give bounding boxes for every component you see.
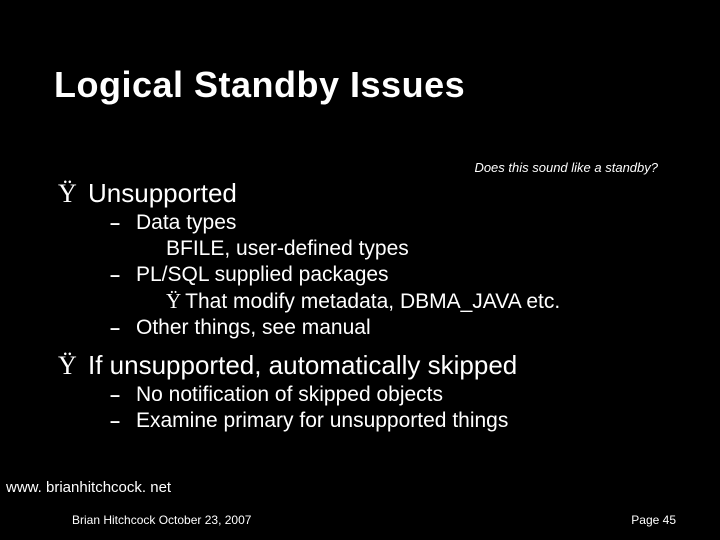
bullet-text: Data types [136,211,236,235]
slide-title: Logical Standby Issues [54,64,465,106]
bullet-marker-icon: Ÿ [58,351,78,381]
bullet-text: That modify metadata, DBMA_JAVA etc. [185,290,560,314]
bullet-text: PL/SQL supplied packages [136,263,389,287]
footer-page-number: Page 45 [631,513,676,527]
bullet-marker-icon: Ÿ [58,179,78,209]
bullet-level2: – Examine primary for unsupported things [110,409,658,433]
bullet-text: If unsupported, automatically skipped [88,350,517,381]
slide: Logical Standby Issues Does this sound l… [0,0,720,540]
footer-author: Brian Hitchcock October 23, 2007 [72,513,251,527]
bullet-text: BFILE, user-defined types [166,237,409,260]
dash-marker-icon: – [110,411,122,432]
slide-body: Ÿ Unsupported – Data types BFILE, user-d… [58,172,658,433]
bullet-level2: – PL/SQL supplied packages [110,263,658,287]
bullet-level2: – Other things, see manual [110,316,658,340]
dash-marker-icon: – [110,385,122,406]
dash-marker-icon: – [110,213,122,234]
footer-url: www. brianhitchcock. net [6,479,171,496]
bullet-text: No notification of skipped objects [136,383,443,407]
bullet-text: Unsupported [88,178,237,209]
dash-marker-icon: – [110,318,122,339]
bullet-level3: Ÿ That modify metadata, DBMA_JAVA etc. [166,289,658,314]
bullet-marker-icon: Ÿ [166,289,181,314]
dash-marker-icon: – [110,265,122,286]
bullet-level1: Ÿ If unsupported, automatically skipped [58,350,658,381]
bullet-text: Examine primary for unsupported things [136,409,508,433]
bullet-level2: – Data types [110,211,658,235]
bullet-level1: Ÿ Unsupported [58,178,658,209]
bullet-level3: BFILE, user-defined types [166,237,658,261]
bullet-level2: – No notification of skipped objects [110,383,658,407]
bullet-text: Other things, see manual [136,316,371,340]
